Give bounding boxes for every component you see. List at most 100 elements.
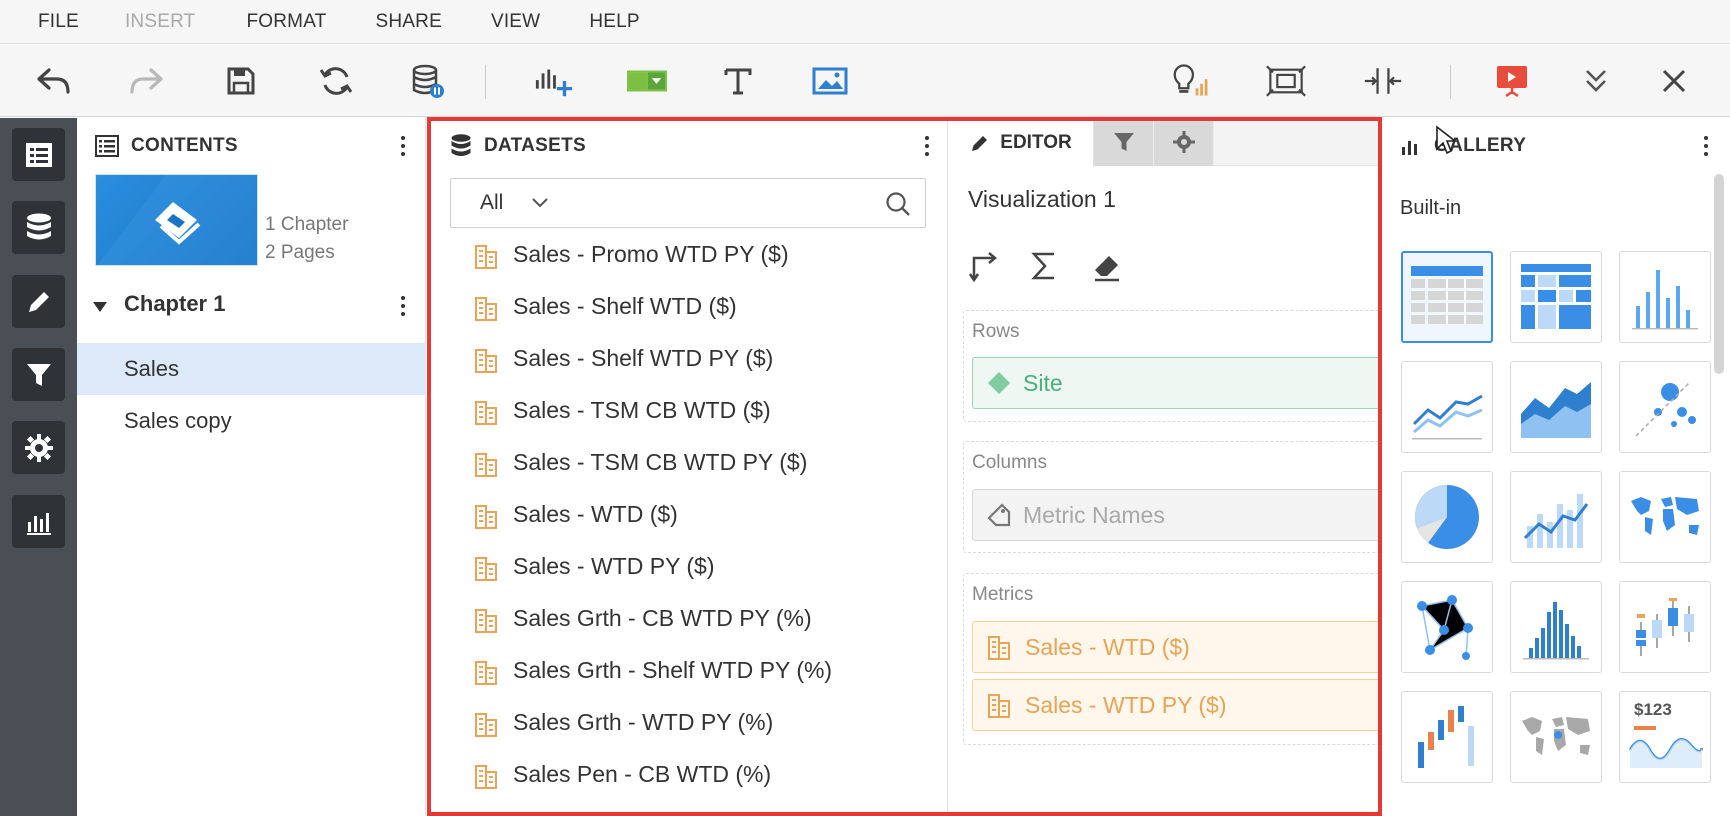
rows-chip-site[interactable]: Site <box>972 357 1381 409</box>
editor-panel-icon[interactable] <box>12 275 65 328</box>
metric-icon <box>474 242 500 275</box>
refresh-icon[interactable] <box>316 61 356 101</box>
metrics-drop-zone[interactable]: Metrics Sales - WTD ($) Sales - WTD PY (… <box>963 573 1381 745</box>
data-pause-icon[interactable] <box>408 61 448 101</box>
tab-editor-label: EDITOR <box>1000 131 1072 153</box>
resize-icon[interactable] <box>1363 61 1403 101</box>
list-item[interactable]: Sales Pen - CB WTD (%) <box>427 748 948 800</box>
save-icon[interactable] <box>221 61 261 101</box>
rows-label: Rows <box>972 321 1020 342</box>
toolbar-separator <box>485 65 486 99</box>
list-item[interactable]: Sales - Shelf WTD PY ($) <box>427 332 948 384</box>
editor-tabs: EDITOR <box>949 118 1381 167</box>
text-icon[interactable] <box>718 61 758 101</box>
undo-icon[interactable] <box>34 61 74 101</box>
gallery-tile-line[interactable] <box>1401 361 1493 453</box>
format-panel-icon[interactable] <box>12 421 65 474</box>
dataset-object-list: Sales - Promo WTD PY ($) Sales - Shelf W… <box>427 228 948 816</box>
list-item[interactable]: Sales - WTD PY ($) <box>427 540 948 592</box>
list-item[interactable]: Sales - WTD ($) <box>427 488 948 540</box>
gallery-header: GALLERY <box>1400 118 1526 174</box>
gallery-tile-map[interactable] <box>1619 471 1711 563</box>
columns-chip-metric-names[interactable]: Metric Names <box>972 489 1381 541</box>
database-icon <box>450 133 472 159</box>
tab-editor[interactable]: EDITOR <box>949 118 1094 167</box>
tag-icon <box>987 503 1011 527</box>
metric-icon <box>474 762 500 795</box>
contents-panel-icon[interactable] <box>12 128 65 181</box>
rows-drop-zone[interactable]: Rows Site <box>963 310 1381 422</box>
page-item-sales[interactable]: Sales <box>77 343 426 395</box>
gallery-tile-bubble[interactable] <box>1619 361 1711 453</box>
chapter-more-icon[interactable] <box>393 291 413 321</box>
metrics-chip[interactable]: Sales - WTD PY ($) <box>972 679 1381 731</box>
gallery-tile-grid[interactable] <box>1401 251 1493 343</box>
menu-insert[interactable]: INSERT <box>125 11 196 33</box>
gallery-tile-histogram[interactable] <box>1510 581 1602 673</box>
toolbar <box>0 45 1730 117</box>
menu-share[interactable]: SHARE <box>375 11 441 33</box>
search-icon[interactable] <box>885 191 911 222</box>
gallery-tile-pie[interactable] <box>1401 471 1493 563</box>
tab-filter[interactable] <box>1094 118 1154 166</box>
add-visualization-icon[interactable] <box>534 61 574 101</box>
datasets-panel-icon[interactable] <box>12 201 65 254</box>
visualization-title[interactable]: Visualization 1 <box>968 186 1116 213</box>
gallery-tile-waterfall[interactable] <box>1401 691 1493 783</box>
insights-bulb-icon[interactable] <box>1172 61 1212 101</box>
menu-file[interactable]: FILE <box>38 11 79 33</box>
list-item[interactable]: Sales Grth - Shelf WTD PY (%) <box>427 644 948 696</box>
close-icon[interactable] <box>1654 61 1694 101</box>
gallery-more-icon[interactable] <box>1696 131 1716 161</box>
columns-drop-zone[interactable]: Columns Metric Names <box>963 441 1381 553</box>
menu-help[interactable]: HELP <box>589 11 639 33</box>
redo-icon[interactable] <box>126 61 166 101</box>
list-item[interactable]: Sales Grth - CB WTD PY (%) <box>427 592 948 644</box>
swap-axes-icon[interactable] <box>968 250 1000 287</box>
chevron-down-icon[interactable] <box>531 196 549 214</box>
gallery-panel-icon[interactable] <box>12 495 65 548</box>
chapter-label: Chapter 1 <box>124 291 226 316</box>
metrics-chip[interactable]: Sales - WTD ($) <box>972 621 1381 673</box>
gallery-scrollbar[interactable] <box>1714 174 1724 374</box>
chip-label: Sales - WTD ($) <box>1025 633 1190 660</box>
list-item[interactable]: Sales - TSM CB WTD PY ($) <box>427 436 948 488</box>
gallery-tile-combo[interactable] <box>1510 471 1602 563</box>
gallery-tile-kpi[interactable]: $123 <box>1619 691 1711 783</box>
metric-icon <box>474 450 500 483</box>
eraser-icon[interactable] <box>1091 250 1123 287</box>
list-item[interactable]: Sales - Shelf WTD ($) <box>427 280 948 332</box>
chapter-thumbnail[interactable] <box>95 174 258 266</box>
fit-to-window-icon[interactable] <box>1266 61 1306 101</box>
dataset-search-box[interactable]: All <box>450 178 926 228</box>
image-icon[interactable] <box>810 61 850 101</box>
datasets-more-icon[interactable] <box>917 131 937 161</box>
gallery-tile-box-plot[interactable] <box>1619 581 1711 673</box>
contents-header: CONTENTS <box>95 118 238 174</box>
chip-label: Site <box>1023 369 1063 396</box>
editor-panel: EDITOR Visualization 1 Rows Site Columns… <box>949 118 1382 816</box>
list-item[interactable]: Sales - Promo WTD PY ($) <box>427 228 948 280</box>
presentation-icon[interactable] <box>1492 61 1532 101</box>
dataset-filter-value[interactable]: All <box>480 191 503 215</box>
menu-format[interactable]: FORMAT <box>246 11 326 33</box>
page-item-sales-copy[interactable]: Sales copy <box>77 395 426 447</box>
gallery-tile-heat-map[interactable] <box>1510 251 1602 343</box>
collapse-icon[interactable] <box>1576 61 1616 101</box>
filter-panel-icon[interactable] <box>12 348 65 401</box>
metrics-label: Metrics <box>972 584 1034 605</box>
list-item[interactable]: Sales - TSM CB WTD ($) <box>427 384 948 436</box>
menu-view[interactable]: VIEW <box>491 11 540 33</box>
gallery-tile-area[interactable] <box>1510 361 1602 453</box>
gallery-tile-geo-map[interactable] <box>1510 691 1602 783</box>
sigma-icon[interactable] <box>1030 250 1058 287</box>
gallery-tile-vertical-bar[interactable] <box>1619 251 1711 343</box>
chapter-row[interactable]: Chapter 1 <box>77 286 426 326</box>
gallery-tile-network[interactable] <box>1401 581 1493 673</box>
caret-down-icon[interactable] <box>92 300 108 318</box>
tab-format[interactable] <box>1154 118 1214 166</box>
filter-selector-icon[interactable] <box>627 61 667 101</box>
page-label: Sales copy <box>124 408 232 433</box>
list-item[interactable]: Sales Grth - WTD PY (%) <box>427 696 948 748</box>
contents-more-icon[interactable] <box>393 131 413 161</box>
